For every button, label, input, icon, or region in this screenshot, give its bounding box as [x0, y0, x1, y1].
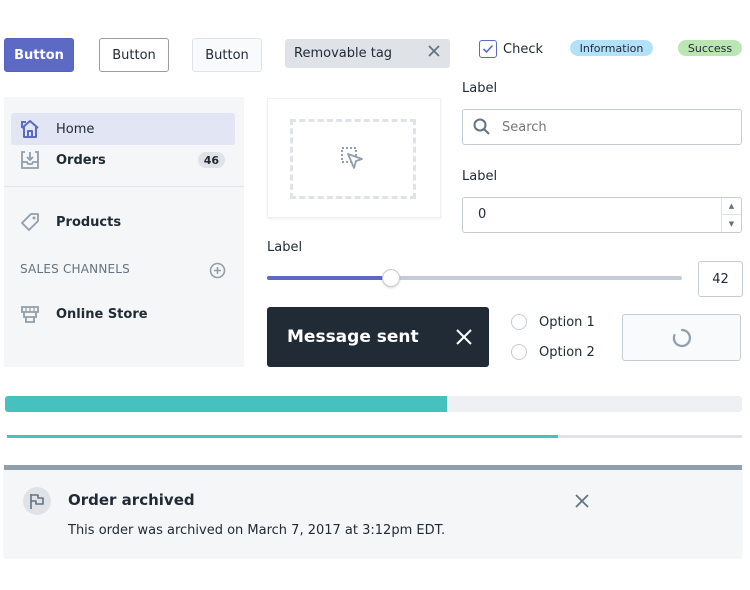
decrement-button[interactable]: ▼: [722, 215, 741, 232]
dropzone-card: [267, 98, 441, 218]
home-icon: [21, 120, 39, 138]
nav-label: Home: [56, 121, 95, 137]
slider-value-input[interactable]: [705, 271, 736, 287]
search-input[interactable]: [502, 119, 722, 135]
radio-label: Option 1: [539, 314, 595, 330]
number-field-label: Label: [462, 169, 498, 184]
nav-label: Orders: [56, 152, 106, 168]
select-cursor-icon: [341, 147, 363, 169]
banner-body: This order was archived on March 7, 2017…: [68, 523, 446, 538]
information-badge: Information: [570, 40, 653, 56]
sidebar-nav: Home Orders 46 Products SALES CHANNELS O…: [4, 97, 244, 367]
nav-label: Online Store: [56, 306, 148, 322]
success-badge: Success: [678, 40, 742, 56]
checkmark-icon: [482, 44, 494, 54]
removable-tag: Removable tag: [285, 39, 450, 68]
radio-option-1[interactable]: Option 1: [511, 314, 595, 330]
radio-label: Option 2: [539, 344, 595, 360]
banner-title: Order archived: [68, 491, 195, 509]
toast-message: Message sent: [287, 327, 419, 347]
progress-fill: [5, 396, 448, 412]
plain-button[interactable]: Button: [192, 38, 262, 72]
dropzone[interactable]: [290, 119, 416, 199]
store-icon: [21, 306, 39, 323]
range-slider[interactable]: [267, 269, 682, 287]
orders-icon: [21, 151, 39, 169]
close-icon[interactable]: [574, 493, 590, 509]
slider-value-field[interactable]: [698, 261, 743, 297]
radio-button[interactable]: [511, 314, 527, 330]
loading-button[interactable]: [622, 314, 741, 361]
increment-button[interactable]: ▲: [722, 198, 741, 215]
sidebar-item-home[interactable]: Home: [11, 113, 235, 145]
spinner-icon: [672, 328, 691, 347]
slider-thumb[interactable]: [382, 269, 400, 287]
search-field-label: Label: [462, 81, 498, 96]
sidebar-item-products[interactable]: Products: [11, 206, 235, 238]
close-icon[interactable]: [453, 326, 475, 348]
outline-button[interactable]: Button: [99, 38, 169, 72]
number-field[interactable]: ▲ ▼: [462, 197, 742, 233]
sidebar-divider: [4, 186, 244, 187]
progress-bar-small: [7, 435, 742, 438]
number-stepper: ▲ ▼: [721, 198, 741, 232]
radio-option-2[interactable]: Option 2: [511, 344, 595, 360]
sidebar-item-orders[interactable]: Orders 46: [11, 144, 235, 176]
plus-circle-icon[interactable]: [209, 262, 226, 279]
banner: Order archived This order was archived o…: [4, 465, 742, 557]
nav-label: Products: [56, 214, 122, 230]
checkbox-field[interactable]: Check: [479, 40, 543, 58]
sidebar-item-online-store[interactable]: Online Store: [11, 298, 235, 330]
toast: Message sent: [267, 307, 489, 367]
progress-fill: [7, 435, 559, 438]
radio-button[interactable]: [511, 344, 527, 360]
section-title-sales-channels: SALES CHANNELS: [20, 262, 130, 276]
banner-icon-wrap: [23, 487, 51, 515]
close-icon[interactable]: [426, 44, 442, 62]
flag-icon: [30, 494, 44, 509]
slider-fill: [267, 276, 391, 280]
number-input[interactable]: [478, 207, 678, 222]
slider-label: Label: [267, 240, 303, 255]
progress-bar-large: [5, 396, 742, 412]
search-field[interactable]: [462, 109, 742, 145]
tag-icon: [21, 213, 39, 231]
tag-label: Removable tag: [294, 46, 393, 61]
search-icon: [473, 118, 490, 135]
orders-count-badge: 46: [197, 152, 225, 168]
primary-button[interactable]: Button: [4, 38, 74, 72]
checkbox[interactable]: [479, 40, 497, 58]
checkbox-label: Check: [503, 41, 543, 57]
